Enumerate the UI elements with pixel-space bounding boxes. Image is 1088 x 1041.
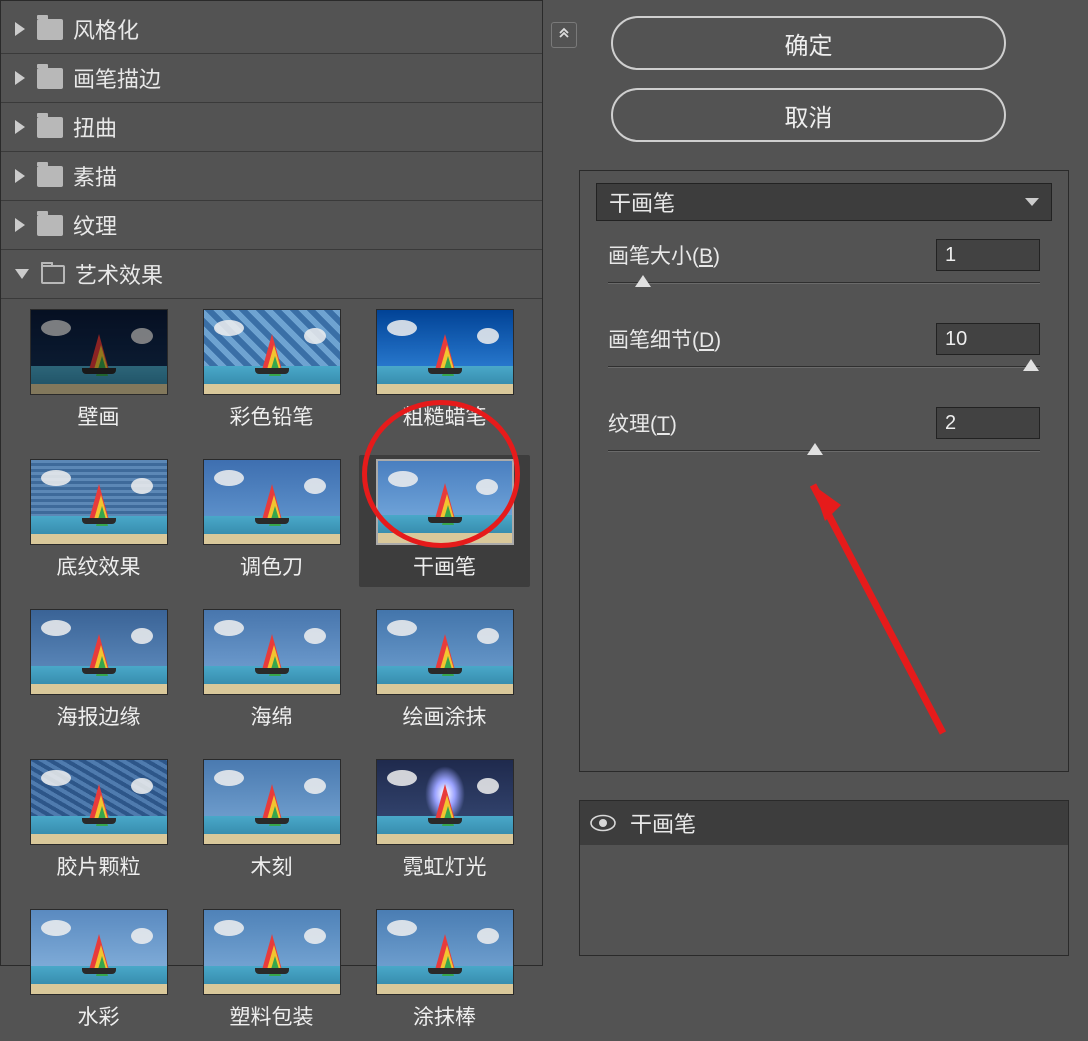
filter-thumb-12[interactable]: 水彩 bbox=[21, 909, 176, 1031]
filter-preview bbox=[203, 909, 341, 995]
filter-thumb-3[interactable]: 底纹效果 bbox=[21, 459, 176, 581]
param-row-2: 纹理(T) bbox=[580, 407, 1068, 439]
filter-thumb-1[interactable]: 彩色铅笔 bbox=[194, 309, 349, 431]
filter-label: 霓虹灯光 bbox=[403, 851, 487, 881]
category-label: 风格化 bbox=[73, 13, 139, 45]
filter-preview bbox=[376, 759, 514, 845]
folder-icon bbox=[37, 117, 63, 138]
category-label: 纹理 bbox=[73, 209, 117, 241]
param-label: 画笔大小(B) bbox=[608, 240, 936, 270]
param-slider-1[interactable] bbox=[608, 361, 1040, 381]
category-label: 扭曲 bbox=[73, 111, 117, 143]
filter-thumb-10[interactable]: 木刻 bbox=[194, 759, 349, 881]
folder-icon bbox=[41, 265, 65, 284]
applied-filter-label: 干画笔 bbox=[630, 807, 696, 839]
triangle-right-icon bbox=[15, 22, 25, 36]
triangle-right-icon bbox=[15, 71, 25, 85]
filter-label: 木刻 bbox=[251, 851, 293, 881]
filter-label: 海绵 bbox=[251, 701, 293, 731]
filter-tree-panel: 风格化画笔描边扭曲素描纹理艺术效果 壁画 彩色铅笔 粗糙蜡笔底纹效果 调色刀 干画笔海报… bbox=[0, 0, 543, 966]
category-2[interactable]: 扭曲 bbox=[1, 103, 542, 152]
folder-icon bbox=[37, 166, 63, 187]
filter-preview bbox=[376, 309, 514, 395]
filter-label: 绘画涂抹 bbox=[403, 701, 487, 731]
filter-select-value: 干画笔 bbox=[609, 186, 675, 218]
category-0[interactable]: 风格化 bbox=[1, 5, 542, 54]
filter-thumb-6[interactable]: 海报边缘 bbox=[21, 609, 176, 731]
filter-preview bbox=[203, 609, 341, 695]
filter-label: 粗糙蜡笔 bbox=[403, 401, 487, 431]
filter-preview bbox=[30, 909, 168, 995]
param-slider-0[interactable] bbox=[608, 277, 1040, 297]
filter-label: 塑料包装 bbox=[230, 1001, 314, 1031]
param-input-2[interactable] bbox=[936, 407, 1040, 439]
param-label: 画笔细节(D) bbox=[608, 324, 936, 354]
category-label: 素描 bbox=[73, 160, 117, 192]
filter-thumb-11[interactable]: 霓虹灯光 bbox=[367, 759, 522, 881]
filter-thumb-4[interactable]: 调色刀 bbox=[194, 459, 349, 581]
filter-preview bbox=[376, 609, 514, 695]
applied-filter-row[interactable]: 干画笔 bbox=[580, 801, 1068, 845]
filter-label: 调色刀 bbox=[240, 551, 303, 581]
filter-thumb-7[interactable]: 海绵 bbox=[194, 609, 349, 731]
applied-filters-panel: 干画笔 bbox=[579, 800, 1069, 956]
category-label: 画笔描边 bbox=[73, 62, 161, 94]
filter-preview bbox=[30, 309, 168, 395]
filter-label: 海报边缘 bbox=[57, 701, 141, 731]
collapse-toggle[interactable] bbox=[551, 22, 577, 48]
triangle-right-icon bbox=[15, 169, 25, 183]
slider-thumb-icon[interactable] bbox=[635, 275, 651, 287]
folder-icon bbox=[37, 215, 63, 236]
visibility-icon bbox=[590, 814, 616, 832]
filter-select-dropdown[interactable]: 干画笔 bbox=[596, 183, 1052, 221]
filter-label: 底纹效果 bbox=[57, 551, 141, 581]
param-row-0: 画笔大小(B) bbox=[580, 239, 1068, 271]
filter-settings-panel: 干画笔 画笔大小(B) 画笔细节(D) 纹理(T) bbox=[579, 170, 1069, 772]
param-slider-2[interactable] bbox=[608, 445, 1040, 465]
filter-preview bbox=[376, 459, 514, 545]
triangle-down-icon bbox=[15, 269, 29, 279]
category-4[interactable]: 纹理 bbox=[1, 201, 542, 250]
filter-thumb-0[interactable]: 壁画 bbox=[21, 309, 176, 431]
folder-icon bbox=[37, 68, 63, 89]
filter-preview bbox=[376, 909, 514, 995]
filter-preview bbox=[30, 759, 168, 845]
filter-thumb-9[interactable]: 胶片颗粒 bbox=[21, 759, 176, 881]
filter-thumb-8[interactable]: 绘画涂抹 bbox=[367, 609, 522, 731]
folder-icon bbox=[37, 19, 63, 40]
category-5[interactable]: 艺术效果 bbox=[1, 250, 542, 299]
filter-thumb-5[interactable]: 干画笔 bbox=[359, 455, 530, 587]
filter-label: 壁画 bbox=[78, 401, 120, 431]
filter-label: 涂抹棒 bbox=[413, 1001, 476, 1031]
filter-label: 水彩 bbox=[78, 1001, 120, 1031]
filter-preview bbox=[203, 459, 341, 545]
category-1[interactable]: 画笔描边 bbox=[1, 54, 542, 103]
slider-thumb-icon[interactable] bbox=[1023, 359, 1039, 371]
param-label: 纹理(T) bbox=[608, 408, 936, 438]
filter-preview bbox=[30, 459, 168, 545]
ok-button[interactable]: 确定 bbox=[611, 16, 1006, 70]
category-3[interactable]: 素描 bbox=[1, 152, 542, 201]
chevron-down-icon bbox=[1025, 198, 1039, 206]
slider-thumb-icon[interactable] bbox=[807, 443, 823, 455]
filter-thumb-13[interactable]: 塑料包装 bbox=[194, 909, 349, 1031]
filters-grid: 壁画 彩色铅笔 粗糙蜡笔底纹效果 调色刀 干画笔海报边缘 海绵 绘画涂抹胶片颗粒 木刻 霓虹灯光… bbox=[1, 299, 542, 1041]
filter-thumb-14[interactable]: 涂抹棒 bbox=[367, 909, 522, 1031]
filter-preview bbox=[203, 309, 341, 395]
param-input-0[interactable] bbox=[936, 239, 1040, 271]
settings-area: 确定 取消 干画笔 画笔大小(B) 画笔细节(D) 纹理(T) 干画笔 bbox=[543, 0, 1088, 966]
category-label: 艺术效果 bbox=[75, 258, 163, 290]
filter-label: 彩色铅笔 bbox=[230, 401, 314, 431]
filter-preview bbox=[30, 609, 168, 695]
filter-label: 胶片颗粒 bbox=[57, 851, 141, 881]
filter-thumb-2[interactable]: 粗糙蜡笔 bbox=[367, 309, 522, 431]
filter-preview bbox=[203, 759, 341, 845]
cancel-button[interactable]: 取消 bbox=[611, 88, 1006, 142]
param-row-1: 画笔细节(D) bbox=[580, 323, 1068, 355]
param-input-1[interactable] bbox=[936, 323, 1040, 355]
triangle-right-icon bbox=[15, 120, 25, 134]
filter-label: 干画笔 bbox=[413, 551, 476, 581]
triangle-right-icon bbox=[15, 218, 25, 232]
